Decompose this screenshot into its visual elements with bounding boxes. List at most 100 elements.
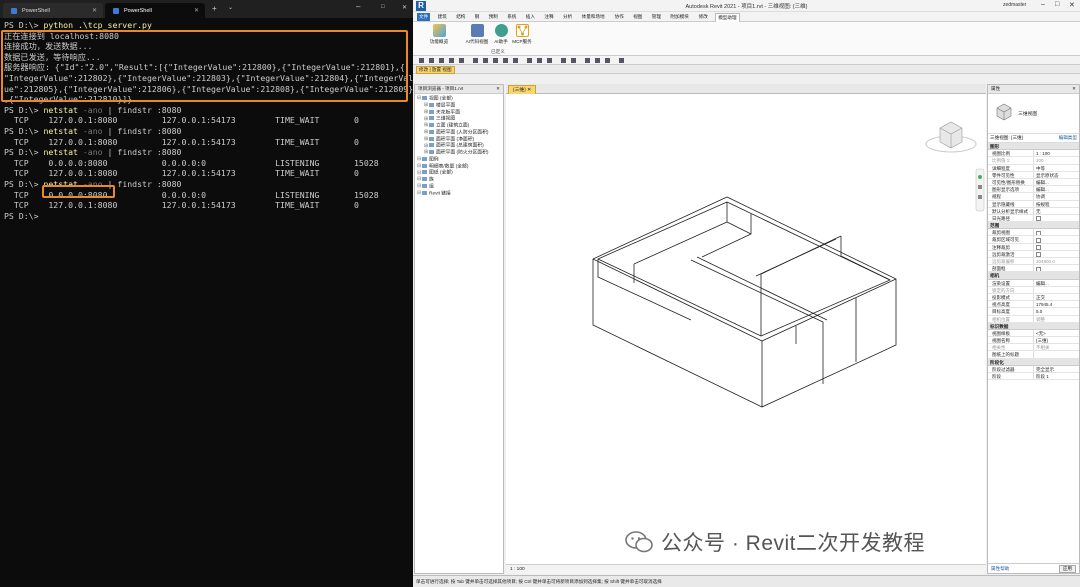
command-pipe: | findstr :8080 (107, 178, 182, 189)
ribbon-tab[interactable]: 文件 (417, 13, 431, 21)
property-key: 阶段 (988, 373, 1034, 380)
property-row[interactable]: 目标高度 5.0 (988, 308, 1079, 316)
ribbon-tab[interactable]: 钢 (473, 13, 482, 21)
view-tab-3d[interactable]: {三维} ✕ (508, 85, 537, 94)
tree-item[interactable]: ⊟ Revit 链接 (417, 190, 501, 198)
terminal-tab-1[interactable]: PowerShell ✕ (3, 3, 103, 18)
property-row[interactable]: 相关性 不相关 (988, 344, 1079, 352)
property-row[interactable]: 远剪裁激活 (988, 250, 1079, 258)
property-row[interactable]: 远剪裁偏移 304800.0 (988, 258, 1079, 266)
user-name[interactable]: zedmaster (1003, 2, 1026, 8)
minimize-button[interactable]: – (1041, 1, 1045, 8)
ribbon-tab[interactable]: 系统 (505, 13, 518, 21)
property-row[interactable]: 阶段过滤器 完全显示 (988, 365, 1079, 373)
property-checkbox[interactable] (1036, 244, 1041, 250)
type-selector[interactable]: 三维视图 (988, 94, 1079, 134)
close-icon[interactable]: ✕ (496, 86, 500, 92)
ribbon-tab[interactable]: 附加模块 (668, 13, 690, 21)
tree-item[interactable]: ⊟ 族 (417, 177, 501, 184)
feature-overview-button[interactable]: 功能概览 (427, 24, 451, 45)
terminal-tab-2[interactable]: PowerShell ✕ (105, 3, 205, 18)
close-tab-icon[interactable]: ✕ (92, 7, 97, 14)
property-checkbox[interactable] (1036, 216, 1041, 222)
property-row[interactable]: 阶段 阶段 1 (988, 373, 1079, 381)
modify-tab-label[interactable]: 修改 | 放置 视图 (416, 66, 455, 74)
ribbon-tab[interactable]: 修改 (697, 13, 710, 21)
tree-item-icon (422, 163, 427, 168)
model-3d-view[interactable] (506, 94, 986, 564)
property-section[interactable]: 范围 (988, 222, 1079, 230)
property-row[interactable]: 默认分析显示样式无 (988, 207, 1079, 215)
ai-code-view-button[interactable]: AI代码视图 (463, 24, 491, 45)
tree-item[interactable]: ⊞ 面积平面 (净面积) (417, 136, 501, 144)
ribbon-tab[interactable]: 体量和场地 (580, 13, 607, 21)
ribbon-tab[interactable]: 建筑 (436, 13, 449, 21)
maximize-button[interactable]: □ (381, 4, 385, 10)
ai-assistant-button[interactable]: AI助手 (491, 24, 511, 45)
new-tab-button[interactable]: + (212, 4, 217, 13)
property-row[interactable]: 可见性/图形替换 编辑... (988, 178, 1079, 187)
property-row[interactable]: 日光路径 (988, 214, 1079, 223)
close-button[interactable]: ✕ (402, 4, 407, 11)
ribbon-tab[interactable]: 协作 (613, 13, 626, 21)
maximize-button[interactable]: □ (1055, 1, 1059, 8)
tree-item[interactable]: ⊞ 天花板平面 (417, 109, 501, 117)
ribbon-tab[interactable]: 管理 (650, 13, 663, 21)
property-section[interactable]: 标识数据 (988, 322, 1079, 330)
property-row[interactable]: 锁定的方向 (988, 286, 1079, 294)
ribbon-tab[interactable]: 预制 (487, 13, 500, 21)
property-row[interactable]: 裁剪视图 (988, 229, 1079, 237)
tree-item[interactable]: ⊞ 面积平面 (人防分区面积) (417, 129, 501, 137)
property-row[interactable]: 裁剪区域可见 (988, 236, 1079, 244)
property-row[interactable]: 注释裁剪 (988, 243, 1079, 251)
property-row[interactable]: 视图比例 1 : 100 (988, 150, 1079, 158)
property-row[interactable]: 投影模式 正交 (988, 293, 1079, 302)
ribbon-tab[interactable]: 插入 (524, 13, 537, 21)
property-section[interactable]: 相机 (988, 272, 1079, 280)
tab-dropdown-icon[interactable]: ⌄ (228, 4, 233, 11)
ribbon-tab[interactable]: 注释 (542, 13, 555, 21)
properties-help-link[interactable]: 属性帮助 (991, 566, 1009, 571)
property-row[interactable]: 比例值 1: 100 (988, 157, 1079, 165)
tree-item[interactable]: ⊞ 立面 (建筑立面) (417, 123, 501, 130)
tree-item[interactable]: ⊟ 明细表/数量 (全部) (417, 163, 501, 171)
property-row[interactable]: 图形显示选项 编辑... (988, 186, 1079, 194)
close-button[interactable]: ✕ (1069, 1, 1075, 9)
property-row[interactable]: 相机位置 调整 (988, 315, 1079, 323)
view-scale[interactable]: 1 : 100 (510, 567, 525, 572)
property-row[interactable]: 视图样板 <无> (988, 329, 1079, 338)
property-row[interactable]: 规程 协调 (988, 193, 1079, 201)
ribbon-tab[interactable]: 分析 (561, 13, 574, 21)
property-section[interactable]: 阶段化 (988, 358, 1079, 366)
property-row[interactable]: 渲染设置 编辑... (988, 279, 1079, 287)
property-checkbox[interactable] (1036, 252, 1041, 257)
property-row[interactable]: 详细程度 中等 (988, 164, 1079, 172)
tree-item[interactable]: ⊞ 面积平面 (防火分区面积) (417, 150, 501, 157)
minimize-button[interactable]: – (356, 2, 360, 11)
property-row[interactable]: 视图名称 {三维} (988, 337, 1079, 345)
instance-selector[interactable]: 三维视图: {三维} 编辑类型 (988, 134, 1079, 143)
property-checkbox[interactable] (1036, 230, 1041, 236)
ribbon-tab[interactable]: 结构 (454, 13, 467, 21)
mcp-service-button[interactable]: MCP服务 (510, 24, 534, 45)
tree-item[interactable]: ⊟ 组 (417, 183, 501, 191)
ribbon-tab-selected[interactable]: 模型助理 (715, 13, 740, 22)
apply-button[interactable]: 应用 (1058, 565, 1076, 573)
property-row[interactable]: 显示隐藏线 按规程 (988, 200, 1079, 208)
property-row[interactable]: 图纸上的标题 (988, 351, 1079, 359)
property-row[interactable]: 视点高度 17945.4 (988, 301, 1079, 309)
close-icon[interactable]: ✕ (1072, 86, 1076, 92)
ribbon-tab[interactable]: 视图 (631, 13, 644, 21)
property-section[interactable]: 图形 (988, 143, 1079, 151)
property-row[interactable]: 剖面框 (988, 265, 1079, 273)
close-tab-icon[interactable]: ✕ (194, 7, 199, 14)
property-checkbox[interactable] (1036, 266, 1041, 272)
property-row[interactable]: 零件可见性 显示原状态 (988, 171, 1079, 179)
property-value: 完全显示 (1036, 366, 1054, 372)
tree-item[interactable]: ⊞ 楼层平面 (417, 102, 501, 110)
tree-item[interactable]: ⊟ 视图 (全部) (417, 96, 501, 103)
tree-item[interactable]: ⊟ 图例 (417, 156, 501, 164)
drawing-canvas[interactable] (506, 94, 986, 564)
edit-type-button[interactable]: 编辑类型 (1059, 135, 1077, 141)
property-checkbox[interactable] (1036, 237, 1041, 243)
